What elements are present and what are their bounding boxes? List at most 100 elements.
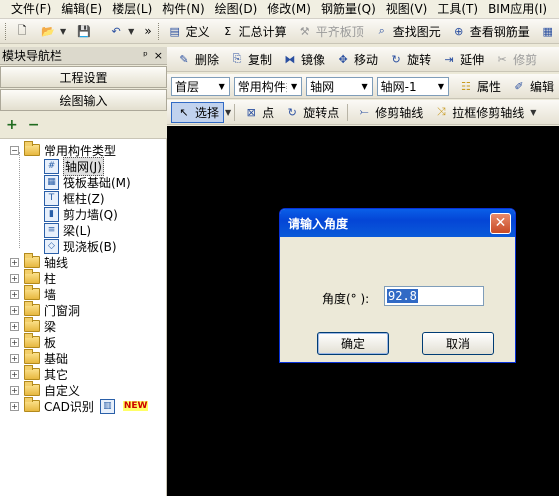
box-trim-axis-label: 拉框修剪轴线 [452,105,525,120]
open-file-button[interactable]: 📂 ▼ [35,21,71,42]
menu-bim[interactable]: BIM应用(I) [483,0,552,18]
name-select[interactable]: 轴网-1 ▼ [376,76,449,96]
menu-tools[interactable]: 工具(T) [432,0,483,18]
menu-component[interactable]: 构件(N) [157,0,209,18]
angle-input-value: 92.8 [387,289,418,303]
dialog-body: 角度(° ): 92.8 确定 取消 [283,237,512,359]
delete-button[interactable]: ✎ 删除 [171,49,224,70]
edit-button[interactable]: ✐ 编辑 [506,76,559,97]
ok-button[interactable]: 确定 [317,332,389,355]
expand-icon[interactable]: + [10,353,19,363]
menu-view[interactable]: 视图(V) [381,0,433,18]
undo-button[interactable]: ↶ ▼ [103,21,139,42]
trim-button[interactable]: ✂ 修剪 [489,49,542,70]
find-element-button[interactable]: ⌕ 查找图元 [369,21,446,42]
menu-rebar[interactable]: 钢筋量(Q) [316,0,381,18]
batch-button[interactable]: ▦批 [535,21,559,42]
save-button[interactable]: 💾 [71,21,97,42]
cancel-button[interactable]: 取消 [422,332,494,355]
define-icon: ▤ [169,24,180,38]
new-file-button[interactable]: 🗋 [9,21,35,42]
tree-item-beam[interactable]: ≡ 梁(L) [44,222,91,238]
menu-edit[interactable]: 编辑(E) [56,0,107,18]
chevron-down-icon[interactable]: ▼ [530,108,536,117]
nav-panel-header: 模块导航栏 ᵖ × [0,47,167,65]
rotate-point-icon: ↻ [287,105,297,119]
undo-icon: ↶ [111,24,121,38]
tree-group-axis[interactable]: + 轴线 [10,253,68,270]
beam-icon: ≡ [44,222,59,238]
nav-tools: + − [0,112,167,138]
draw-toolbar: ↖ 选择 ▼ ⊠ 点 ↻ 旋转点 ⤚ 修剪轴线 ⤨ 拉框修剪轴线 ▼ [167,100,559,125]
tree-group-foundation[interactable]: + 基础 [10,349,68,366]
category-select[interactable]: 常用构件类 ▼ [233,76,303,96]
flat-board-label: 平齐板顶 [315,24,364,39]
view-rebar-label: 查看钢筋量 [469,24,530,39]
cad-grid-icon: ▥ [99,398,115,414]
draw-input-button[interactable]: 绘图输入 [0,89,167,111]
expand-icon[interactable]: + [10,273,19,283]
floor-select[interactable]: 首层 ▼ [171,76,230,96]
rotate-button[interactable]: ↻ 旋转 [383,49,436,70]
dialog-titlebar[interactable]: 请输入角度 ✕ [280,209,515,237]
sum-calc-button[interactable]: Σ 汇总计算 [215,21,292,42]
view-rebar-button[interactable]: ⊕ 查看钢筋量 [446,21,535,42]
chevron-down-icon: ▼ [60,26,67,36]
menu-file[interactable]: 文件(F) [6,0,56,18]
collapse-all-icon[interactable]: − [28,117,40,133]
tree-item-raft-foundation[interactable]: ▦ 筏板基础(M) [44,174,131,190]
menu-modify[interactable]: 修改(M) [262,0,316,18]
tree-group-wall[interactable]: + 墙 [10,285,56,302]
close-icon[interactable]: ✕ [490,212,511,234]
open-folder-icon: 📂 [41,24,55,38]
copy-button[interactable]: ⎘ 复制 [224,49,277,70]
project-settings-button[interactable]: 工程设置 [0,66,167,88]
menu-draw[interactable]: 绘图(D) [210,0,263,18]
select-button[interactable]: ↖ 选择 [171,101,225,123]
tree-group-beam[interactable]: + 梁 [10,317,56,334]
angle-input[interactable]: 92.8 [384,286,484,306]
properties-button[interactable]: ☷ 属性 [453,76,506,97]
point-button[interactable]: ⊠ 点 [238,102,279,123]
pin-icon[interactable]: ᵖ [143,49,148,62]
tree-group-slab[interactable]: + 板 [10,333,56,350]
point-label: 点 [262,105,275,120]
mirror-button[interactable]: ⧓ 镜像 [277,49,330,70]
tree-group-openings[interactable]: + 门窗洞 [10,301,80,318]
tree-item-slab[interactable]: ◇ 现浇板(B) [44,238,117,254]
expand-icon[interactable]: + [10,289,19,299]
expand-icon[interactable]: + [10,337,19,347]
expand-icon[interactable]: + [10,257,19,267]
expand-icon[interactable]: + [10,369,19,379]
tree-group-column[interactable]: + 柱 [10,269,56,286]
trim-axis-button[interactable]: ⤚ 修剪轴线 [351,102,428,123]
collapse-icon[interactable]: − [10,145,19,155]
tree-item-frame-column[interactable]: T 框柱(Z) [44,190,105,206]
tree-item-axis-grid[interactable]: # 轴网(J) [44,156,104,176]
flat-board-button[interactable]: ⚒ 平齐板顶 [292,21,369,42]
expand-icon[interactable]: + [10,321,19,331]
define-button[interactable]: ▤ 定义 [162,21,215,42]
selector-toolbar: 首层 ▼ 常用构件类 ▼ 轴网 ▼ 轴网-1 ▼ ☷ 属性 ✐ 编辑 [167,74,559,99]
type-select[interactable]: 轴网 ▼ [306,76,373,96]
tree-group-other[interactable]: + 其它 [10,365,68,382]
chevron-down-icon[interactable]: ▼ [225,108,231,117]
menu-floor[interactable]: 楼层(L) [107,0,157,18]
tree-group-cad[interactable]: + CAD识别 ▥ NEW [10,397,149,414]
move-button[interactable]: ✥ 移动 [330,49,383,70]
copy-label: 复制 [248,52,273,67]
expand-icon[interactable]: + [10,305,19,315]
tree-item-label: 梁(L) [63,223,92,238]
toolbar-separator [234,103,236,121]
rotate-point-button[interactable]: ↻ 旋转点 [279,102,344,123]
expand-icon[interactable]: + [10,385,19,395]
tree-item-shear-wall[interactable]: ▮ 剪力墙(Q) [44,206,118,222]
sum-calc-label: 汇总计算 [238,24,287,39]
extend-button[interactable]: ⇥ 延伸 [436,49,489,70]
box-trim-axis-button[interactable]: ⤨ 拉框修剪轴线 [428,102,529,123]
expand-icon[interactable]: + [10,401,19,411]
more-tools-button[interactable]: » [139,21,156,42]
expand-all-icon[interactable]: + [6,117,18,133]
close-icon[interactable]: × [154,49,163,62]
tree-group-custom[interactable]: + 自定义 [10,381,80,398]
